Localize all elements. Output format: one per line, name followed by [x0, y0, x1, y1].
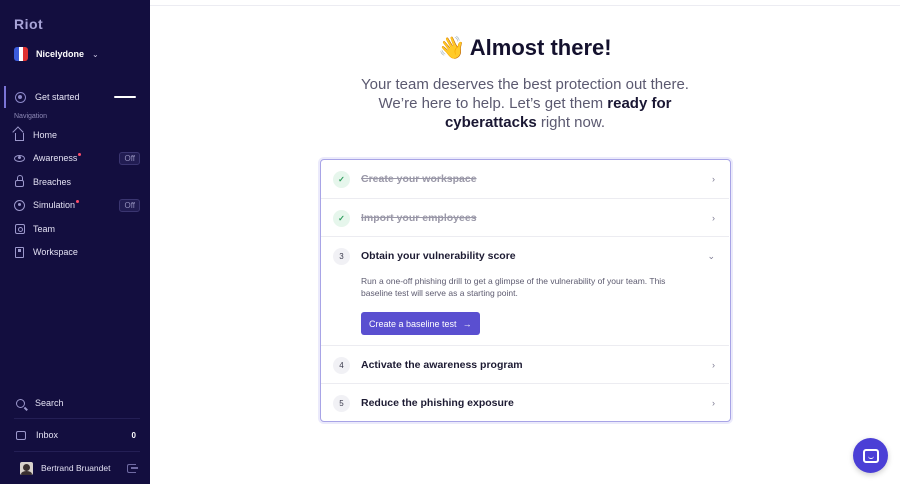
- search-button[interactable]: Search: [14, 393, 140, 413]
- step-vulnerability-score: 3 Obtain your vulnerability score ⌄ Run …: [321, 237, 729, 346]
- sidebar-item-label: Home: [33, 130, 58, 140]
- workspace-name: Nicelydone: [36, 49, 85, 59]
- inbox-label: Inbox: [36, 430, 59, 440]
- waving-hand-icon: 👋: [438, 35, 466, 60]
- nav-heading: Navigation: [14, 113, 48, 120]
- step-header[interactable]: 3 Obtain your vulnerability score ⌄: [321, 237, 729, 275]
- page-title: 👋 Almost there!: [150, 35, 900, 61]
- lock-icon: [14, 175, 25, 188]
- button-label: Create a baseline test: [369, 318, 457, 329]
- step-number: 5: [333, 394, 350, 412]
- sidebar-item-label: Simulation: [33, 200, 76, 210]
- sidebar-item-breaches[interactable]: Breaches: [14, 173, 140, 191]
- sidebar-item-workspace[interactable]: Workspace: [14, 243, 140, 261]
- eye-icon: [14, 153, 25, 164]
- avatar: [20, 461, 33, 475]
- step-title: Obtain your vulnerability score: [361, 250, 516, 262]
- main-content: 👋 Almost there! Your team deserves the be…: [150, 0, 900, 484]
- inbox-button[interactable]: Inbox 0: [14, 425, 140, 445]
- page-title-text: Almost there!: [469, 35, 612, 60]
- sidebar-item-label: Awareness: [33, 153, 78, 163]
- step-import-employees[interactable]: ✓ Import your employees ›: [321, 199, 729, 237]
- user-menu[interactable]: Bertrand Bruandet: [20, 461, 140, 475]
- sidebar-item-label: Workspace: [33, 247, 78, 257]
- step-create-workspace[interactable]: ✓ Create your workspace ›: [321, 160, 729, 199]
- subtitle-text: right now.: [536, 114, 606, 131]
- subtitle-line: Your team deserves the best protection o…: [361, 76, 689, 93]
- step-title: Create your workspace: [361, 173, 477, 185]
- subtitle-line: cyberattacks right now.: [150, 113, 900, 132]
- get-started-icon: [15, 91, 26, 103]
- chat-icon: [862, 448, 879, 463]
- onboarding-steps-card: ✓ Create your workspace › ✓ Import your …: [320, 159, 731, 422]
- sidebar-item-home[interactable]: Home: [14, 126, 140, 144]
- sidebar-item-get-started[interactable]: Get started: [4, 86, 150, 108]
- logout-icon[interactable]: [127, 463, 138, 473]
- chevron-down-icon: ⌄: [92, 49, 99, 59]
- subtitle-emphasis: cyberattacks: [444, 114, 537, 131]
- workspace-flag-icon: [14, 47, 28, 61]
- subtitle-emphasis: ready for: [607, 95, 672, 112]
- chevron-right-icon: ›: [712, 213, 715, 223]
- sidebar-item-label: Team: [33, 224, 56, 234]
- sidebar-item-simulation[interactable]: Simulation Off: [14, 196, 140, 214]
- workspace-switcher[interactable]: Nicelydone ⌄: [14, 46, 99, 62]
- riot-logo[interactable]: Riot: [14, 16, 43, 32]
- user-name: Bertrand Bruandet: [41, 463, 111, 473]
- page-subtitle: Your team deserves the best protection o…: [150, 75, 900, 132]
- chevron-down-icon: ⌄: [707, 250, 715, 261]
- building-icon: [14, 246, 25, 258]
- sidebar: Riot Nicelydone ⌄ Get started Navigation…: [0, 0, 150, 484]
- arrow-right-icon: →: [462, 318, 472, 329]
- get-started-progress-bar: [114, 96, 136, 98]
- divider: [14, 418, 140, 419]
- step-title: Import your employees: [361, 212, 477, 224]
- check-icon: ✓: [333, 209, 350, 227]
- step-title: Reduce the phishing exposure: [361, 397, 514, 409]
- team-icon: [14, 224, 25, 235]
- divider: [14, 451, 140, 452]
- search-label: Search: [35, 398, 64, 408]
- home-icon: [14, 130, 25, 141]
- chevron-right-icon: ›: [712, 398, 715, 408]
- create-baseline-test-button[interactable]: Create a baseline test →: [361, 312, 480, 335]
- status-badge: Off: [119, 152, 140, 165]
- step-phishing-exposure[interactable]: 5 Reduce the phishing exposure ›: [321, 384, 729, 422]
- target-icon: [14, 199, 25, 211]
- chevron-right-icon: ›: [712, 174, 715, 184]
- step-number: 4: [333, 356, 350, 374]
- sidebar-item-awareness[interactable]: Awareness Off: [14, 149, 140, 167]
- chat-support-button[interactable]: [853, 438, 888, 473]
- step-number: 3: [333, 247, 350, 265]
- step-awareness-program[interactable]: 4 Activate the awareness program ›: [321, 346, 729, 384]
- notification-dot: [76, 199, 80, 203]
- status-badge: Off: [119, 199, 140, 212]
- divider: [150, 5, 900, 6]
- step-title: Activate the awareness program: [361, 359, 523, 371]
- search-icon: [16, 398, 25, 408]
- inbox-count-badge: 0: [131, 430, 136, 440]
- subtitle-line: We’re here to help. Let’s get them ready…: [150, 94, 900, 113]
- notification-dot: [78, 152, 82, 156]
- sidebar-item-team[interactable]: Team: [14, 220, 140, 238]
- check-icon: ✓: [333, 170, 350, 188]
- chevron-right-icon: ›: [712, 360, 715, 370]
- inbox-icon: [16, 430, 26, 440]
- sidebar-item-label: Get started: [35, 92, 80, 102]
- sidebar-item-label: Breaches: [33, 177, 72, 187]
- subtitle-text: We’re here to help. Let’s get them: [378, 95, 608, 112]
- step-description: Run a one-off phishing drill to get a gl…: [361, 276, 666, 298]
